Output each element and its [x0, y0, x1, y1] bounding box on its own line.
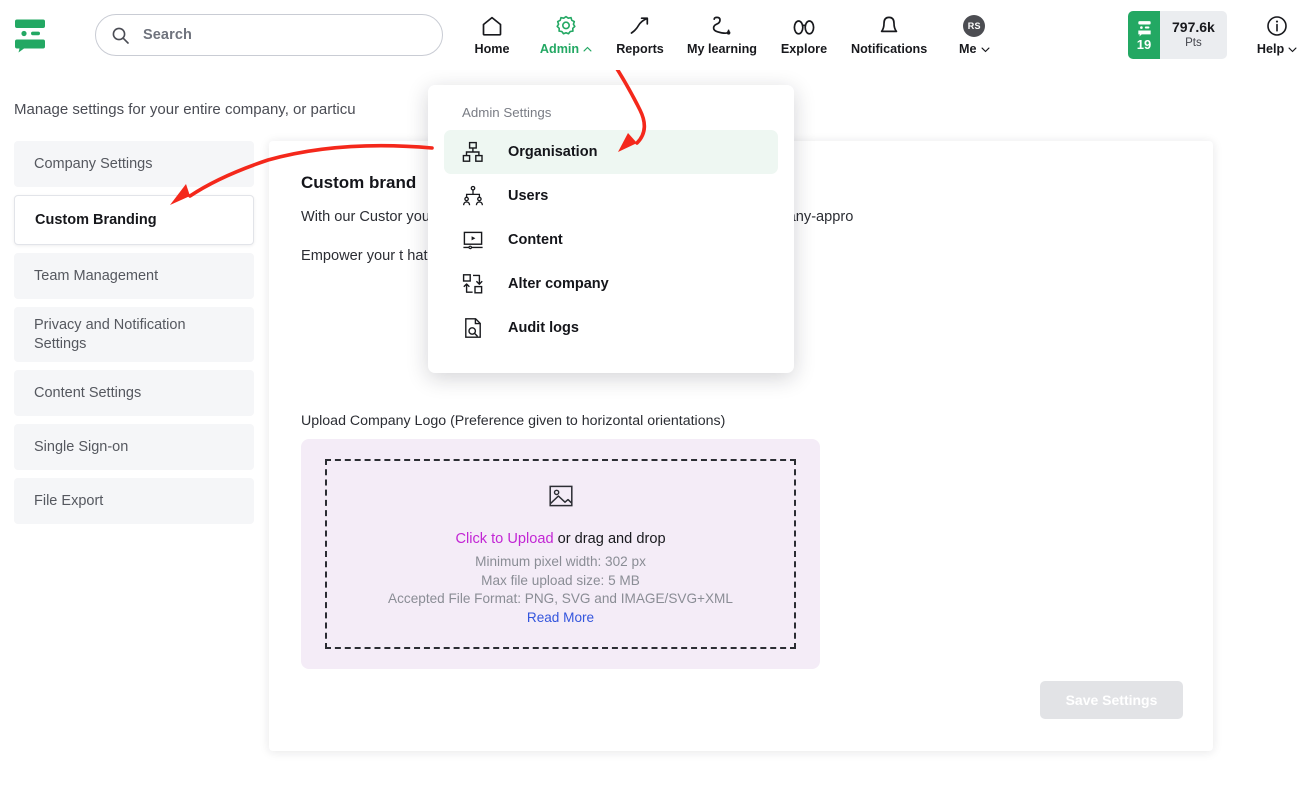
dropdown-item-label: Organisation	[508, 144, 598, 160]
nav-item-home[interactable]: Home	[455, 0, 529, 70]
socialtalent-logo-small-icon	[1137, 21, 1151, 37]
search-icon	[112, 27, 129, 44]
sidebar-item-company-settings[interactable]: Company Settings	[14, 141, 254, 188]
level-value: 19	[1136, 36, 1152, 52]
users-group-icon	[462, 185, 484, 207]
nav-label-notifications: Notifications	[850, 42, 928, 56]
save-settings-button[interactable]: Save Settings	[1040, 681, 1183, 719]
dropdown-item-label: Audit logs	[508, 320, 579, 336]
drag-and-drop-text: or drag and drop	[553, 531, 666, 548]
nav-label-help: Help	[1256, 42, 1285, 56]
nav-item-me[interactable]: RS Me	[937, 0, 1011, 70]
points-unit: Pts	[1185, 36, 1202, 49]
nav-label-my-learning: My learning	[687, 42, 757, 56]
sidebar-item-team-management[interactable]: Team Management	[14, 253, 254, 300]
sidebar-item-label: File Export	[34, 492, 104, 509]
upload-meta-min-width: Minimum pixel width: 302 px	[475, 554, 646, 570]
sidebar-item-file-export[interactable]: File Export	[14, 477, 254, 524]
document-search-icon	[462, 317, 484, 339]
sidebar-item-privacy-and-notification-settings[interactable]: Privacy and Notification Settings	[14, 307, 254, 362]
page-subtitle: Manage settings for your entire company,…	[14, 101, 356, 118]
click-to-upload-link[interactable]: Click to Upload	[455, 531, 553, 547]
dropdown-item-alter-company[interactable]: Alter company	[444, 262, 778, 306]
avatar: RS	[963, 14, 986, 38]
sidebar-item-label: Single Sign-on	[34, 438, 129, 455]
home-icon	[480, 14, 504, 38]
gear-icon	[554, 14, 578, 38]
sidebar-item-label: Team Management	[34, 268, 159, 285]
org-chart-icon	[462, 141, 484, 163]
nav-item-my-learning[interactable]: My learning	[677, 0, 767, 70]
points-value-box: 797.6k Pts	[1160, 11, 1227, 59]
points-amount: 797.6k	[1172, 19, 1215, 36]
nav-item-admin[interactable]: Admin	[529, 0, 603, 70]
dropdown-item-label: Alter company	[508, 276, 609, 292]
logo-upload-dropzone[interactable]: Click to Upload or drag and drop Minimum…	[301, 439, 820, 669]
points-badge[interactable]: 19 797.6k Pts	[1128, 11, 1227, 59]
chevron-up-icon	[583, 46, 592, 52]
chevron-down-icon	[1288, 46, 1297, 52]
dropdown-title: Admin Settings	[462, 105, 552, 120]
nav-label-me: Me	[959, 42, 977, 56]
read-more-link[interactable]: Read More	[527, 610, 594, 625]
nav-item-reports[interactable]: Reports	[603, 0, 677, 70]
avatar-initials: RS	[963, 15, 986, 37]
dropdown-item-label: Users	[508, 188, 549, 204]
nav-label-admin: Admin	[539, 42, 580, 56]
trend-arrow-icon	[628, 14, 652, 38]
dropdown-item-users[interactable]: Users	[444, 174, 778, 218]
dropdown-item-audit-logs[interactable]: Audit logs	[444, 306, 778, 350]
app-logo[interactable]	[0, 0, 62, 70]
info-circle-icon	[1265, 14, 1289, 38]
sidebar-item-content-settings[interactable]: Content Settings	[14, 369, 254, 416]
nav-label-reports: Reports	[616, 42, 664, 56]
monitor-play-icon	[462, 229, 484, 251]
dropdown-item-label: Content	[508, 232, 563, 248]
upload-meta-max-size: Max file upload size: 5 MB	[481, 572, 640, 588]
bell-icon	[877, 14, 901, 38]
nav-items-group: Home Admin Reports My learning Explore N…	[455, 0, 1011, 70]
nav-item-notifications[interactable]: Notifications	[841, 0, 937, 70]
dropdown-item-content[interactable]: Content	[444, 218, 778, 262]
sidebar-item-single-sign-on[interactable]: Single Sign-on	[14, 423, 254, 470]
nav-item-help[interactable]: Help	[1240, 0, 1310, 70]
top-navigation-bar: Search Home Admin Reports My learning Ex…	[0, 0, 1310, 70]
socialtalent-logo-icon	[15, 19, 45, 53]
level-box: 19	[1128, 11, 1160, 59]
path-pin-icon	[710, 14, 734, 38]
sidebar-item-label: Company Settings	[34, 156, 153, 172]
binoculars-icon	[792, 14, 816, 38]
search-placeholder: Search	[143, 27, 192, 43]
dropzone-dashed-area[interactable]: Click to Upload or drag and drop Minimum…	[325, 459, 796, 649]
sidebar-item-label: Content Settings	[34, 384, 142, 401]
nav-label-home: Home	[474, 42, 510, 56]
settings-sidebar: Company Settings Custom Branding Team Ma…	[14, 141, 254, 532]
upload-meta-formats: Accepted File Format: PNG, SVG and IMAGE…	[388, 591, 733, 607]
image-placeholder-icon	[548, 485, 573, 507]
chevron-down-icon	[980, 46, 990, 52]
sidebar-item-label: Custom Branding	[35, 212, 157, 229]
dropdown-item-organisation[interactable]: Organisation	[444, 130, 778, 174]
swap-boxes-icon	[462, 273, 484, 295]
search-input[interactable]: Search	[95, 14, 443, 56]
admin-settings-dropdown: Admin Settings Organisation Users Conten…	[428, 85, 794, 373]
nav-label-explore: Explore	[780, 42, 828, 56]
upload-label: Upload Company Logo (Preference given to…	[301, 413, 726, 429]
sidebar-item-custom-branding[interactable]: Custom Branding	[14, 195, 254, 246]
nav-item-explore[interactable]: Explore	[767, 0, 841, 70]
upload-cta[interactable]: Click to Upload or drag and drop	[455, 531, 665, 547]
sidebar-item-label: Privacy and Notification Settings	[34, 317, 186, 352]
